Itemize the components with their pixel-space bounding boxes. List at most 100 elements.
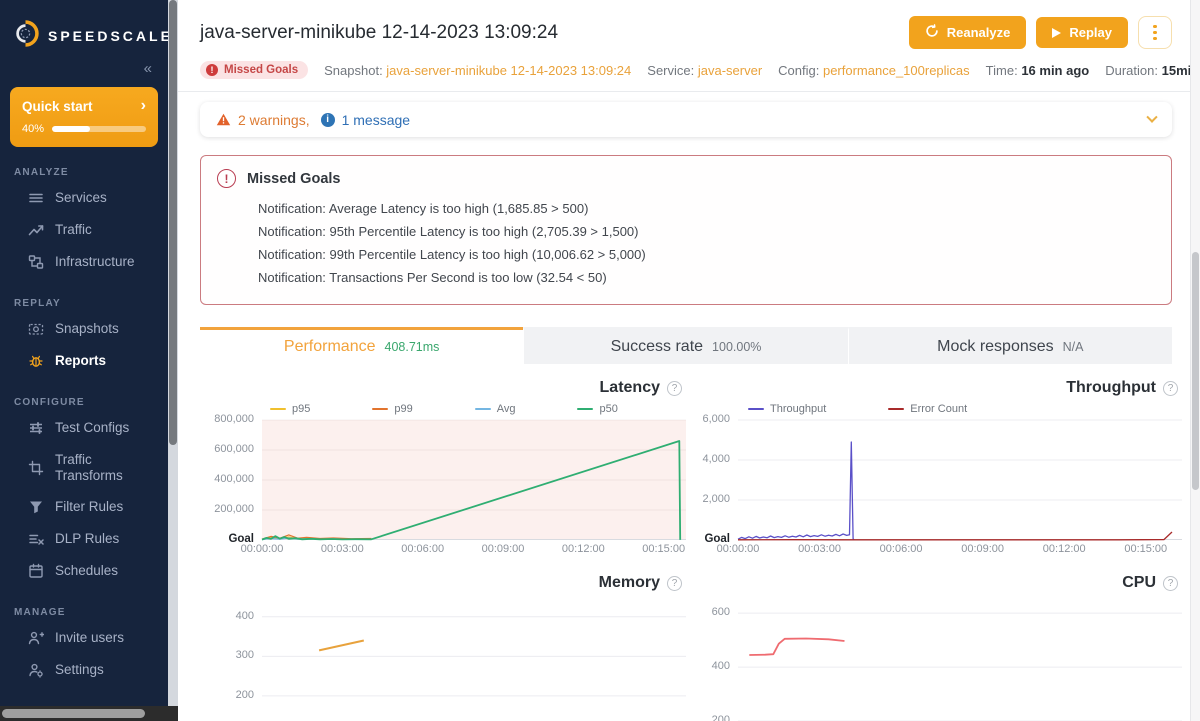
x-tick-label: 00:00:00: [717, 543, 760, 555]
legend-swatch: [577, 408, 593, 411]
help-icon[interactable]: ?: [667, 576, 682, 591]
main-scrollbar-thumb[interactable]: [1192, 252, 1199, 490]
play-icon: [1052, 28, 1061, 38]
series-throughput: [738, 442, 854, 540]
meta-field: Time: 16 min ago: [986, 63, 1090, 78]
x-tick-label: 00:09:00: [482, 543, 525, 555]
main-scrollbar[interactable]: [1190, 0, 1200, 721]
y-tick-label: 200,000: [214, 503, 254, 515]
tab-performance[interactable]: Performance408.71ms: [200, 327, 523, 364]
y-tick-label: 6,000: [702, 413, 730, 425]
sidebar-scrollbar-thumb[interactable]: [169, 0, 177, 445]
sidebar-horizontal-scrollbar-thumb[interactable]: [2, 709, 145, 718]
alerts-bar[interactable]: 2 warnings, i 1 message: [200, 102, 1172, 137]
y-tick-label: 200: [712, 714, 730, 721]
legend-item-p99[interactable]: p99: [372, 403, 412, 415]
series-error-count: [738, 532, 1172, 540]
sidebar-item-reports[interactable]: Reports: [0, 345, 168, 377]
sidebar-item-services[interactable]: Services: [0, 182, 168, 214]
plot-area: [262, 597, 686, 721]
meta-value[interactable]: java-server: [698, 63, 762, 78]
sidebar-item-label: Settings: [55, 662, 104, 678]
x-axis: 00:00:0000:03:0000:06:0000:09:0000:12:00…: [262, 543, 686, 559]
sidebar-item-traffic-transforms[interactable]: Traffic Transforms: [0, 444, 168, 491]
meta-label: Snapshot:: [324, 63, 386, 78]
chart-legend: p95 p99 Avg p50: [270, 400, 686, 418]
reanalyze-button[interactable]: Reanalyze: [909, 16, 1027, 49]
sidebar-item-label: Reports: [55, 353, 106, 369]
sidebar-item-dlp-rules[interactable]: DLP Rules: [0, 523, 168, 555]
sidebar-item-schedules[interactable]: Schedules: [0, 555, 168, 587]
cpu-chart: CPU ? 200400600: [696, 571, 1182, 721]
sidebar-item-label: DLP Rules: [55, 531, 119, 547]
sidebar-horizontal-scrollbar[interactable]: [0, 706, 178, 721]
chevron-down-icon: [1146, 111, 1157, 122]
tab-success-rate[interactable]: Success rate100.00%: [523, 327, 847, 364]
x-tick-label: 00:15:00: [642, 543, 685, 555]
help-icon[interactable]: ?: [1163, 381, 1178, 396]
help-icon[interactable]: ?: [1163, 576, 1178, 591]
throughput-chart: Throughput ? ThroughputError Count Goal2…: [696, 376, 1182, 559]
plot-area: [738, 597, 1182, 721]
x-tick-label: 00:03:00: [798, 543, 841, 555]
meta-field: Duration: 15min 29sec: [1105, 63, 1190, 78]
invite-users-icon: [28, 630, 44, 646]
sidebar-item-traffic[interactable]: Traffic: [0, 214, 168, 246]
legend-swatch: [888, 408, 904, 411]
sidebar-item-settings[interactable]: Settings: [0, 654, 168, 686]
missed-goals-badge-label: Missed Goals: [224, 64, 298, 76]
meta-label: Config:: [778, 63, 823, 78]
sidebar-item-label: Services: [55, 190, 107, 206]
quick-start-progress-bar: [52, 126, 146, 132]
series-cpu: [749, 639, 844, 656]
x-tick-label: 00:06:00: [880, 543, 923, 555]
reports-icon: [28, 353, 44, 369]
chevron-right-icon: ›: [141, 97, 146, 115]
tab-value: N/A: [1063, 340, 1084, 354]
logo-text: SPEEDSCALE: [48, 28, 168, 44]
sidebar-item-label: Traffic Transforms: [55, 452, 158, 483]
meta-value[interactable]: java-server-minikube 12-14-2023 13:09:24: [386, 63, 631, 78]
sidebar-item-test-configs[interactable]: Test Configs: [0, 412, 168, 444]
x-tick-label: 00:00:00: [241, 543, 284, 555]
infrastructure-icon: [28, 254, 44, 270]
plot-area: [738, 420, 1182, 540]
tab-mock-responses[interactable]: Mock responsesN/A: [848, 327, 1172, 364]
sidebar-item-label: Snapshots: [55, 321, 119, 337]
quick-start-label: Quick start: [22, 99, 93, 114]
meta-field: Snapshot: java-server-minikube 12-14-202…: [324, 63, 631, 78]
reanalyze-label: Reanalyze: [947, 25, 1011, 40]
legend-item-error count[interactable]: Error Count: [888, 403, 967, 415]
quick-start-percent: 40%: [22, 123, 44, 135]
quick-start-card[interactable]: Quick start › 40%: [10, 87, 158, 147]
legend-item-avg[interactable]: Avg: [475, 403, 516, 415]
legend-swatch: [748, 408, 764, 411]
meta-value[interactable]: performance_100replicas: [823, 63, 970, 78]
report-header: java-server-minikube 12-14-2023 13:09:24…: [178, 0, 1190, 92]
legend-item-p95[interactable]: p95: [270, 403, 310, 415]
snapshots-icon: [28, 321, 44, 337]
y-axis: Goal2,0004,0006,000: [696, 420, 738, 559]
sidebar-collapse-icon[interactable]: «: [0, 52, 168, 77]
sidebar: SPEEDSCALE « Quick start › 40% ANALYZESe…: [0, 0, 168, 706]
plot-area: [262, 420, 686, 540]
more-options-button[interactable]: [1138, 16, 1172, 49]
goal-notification: Notification: 95th Percentile Latency is…: [258, 220, 1151, 243]
tabs: Performance408.71msSuccess rate100.00%Mo…: [200, 327, 1172, 364]
sidebar-item-infrastructure[interactable]: Infrastructure: [0, 246, 168, 278]
meta-label: Time:: [986, 63, 1022, 78]
sidebar-scrollbar[interactable]: [168, 0, 178, 706]
dlp-rules-icon: [28, 531, 44, 547]
legend-item-p50[interactable]: p50: [577, 403, 617, 415]
help-icon[interactable]: ?: [667, 381, 682, 396]
legend-label: Throughput: [770, 403, 826, 415]
sidebar-item-invite-users[interactable]: Invite users: [0, 622, 168, 654]
sidebar-item-snapshots[interactable]: Snapshots: [0, 313, 168, 345]
kebab-dot: [1153, 37, 1157, 41]
y-tick-label: 400: [236, 610, 254, 622]
y-tick-label: 2,000: [702, 493, 730, 505]
replay-button[interactable]: Replay: [1036, 17, 1128, 48]
sidebar-item-filter-rules[interactable]: Filter Rules: [0, 491, 168, 523]
messages-count: 1 message: [342, 112, 410, 128]
legend-item-throughput[interactable]: Throughput: [748, 403, 826, 415]
